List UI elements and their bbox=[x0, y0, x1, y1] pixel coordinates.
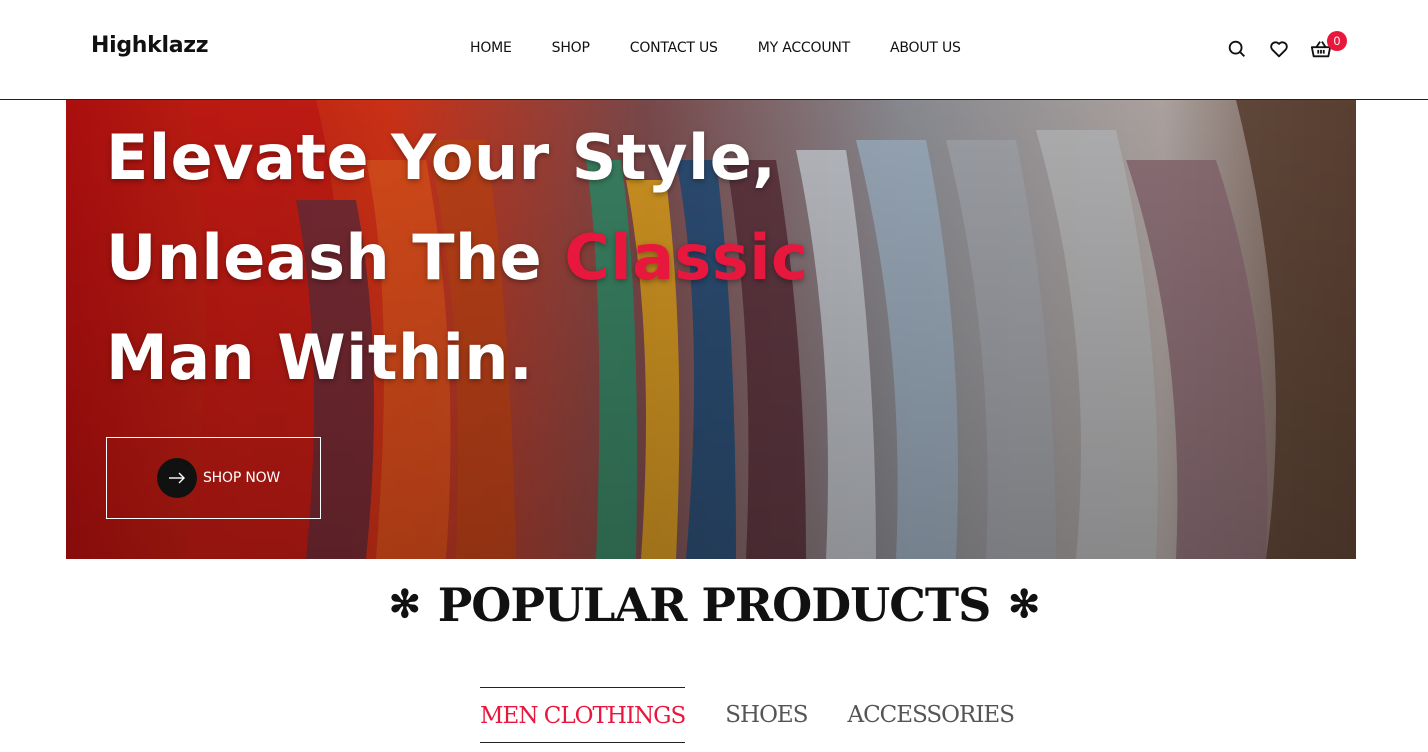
hero-line-2-accent: Classic bbox=[564, 221, 809, 294]
hero-headline: Elevate Your Style, Unleash The Classic … bbox=[106, 108, 808, 408]
arrow-right-icon bbox=[157, 458, 197, 498]
nav-home[interactable]: HOME bbox=[470, 40, 512, 56]
site-header: Highklazz HOME SHOP CONTACT US MY ACCOUN… bbox=[0, 0, 1428, 100]
popular-products-heading: POPULAR PRODUCTS bbox=[437, 578, 992, 632]
hero-line-3: Man Within. bbox=[106, 321, 534, 394]
nav-my-account[interactable]: MY ACCOUNT bbox=[758, 40, 850, 56]
shop-now-label: SHOP NOW bbox=[203, 470, 281, 486]
cart-count-badge: 0 bbox=[1327, 31, 1347, 51]
tab-shoes[interactable]: SHOES bbox=[725, 687, 808, 743]
main-nav: HOME SHOP CONTACT US MY ACCOUNT ABOUT US bbox=[470, 40, 1001, 56]
hero-line-2-prefix: Unleash The bbox=[106, 221, 565, 294]
nav-about-us[interactable]: ABOUT US bbox=[890, 40, 961, 56]
tab-men-clothings[interactable]: MEN CLOTHINGS bbox=[480, 687, 686, 743]
asterisk-icon-left: ✻ bbox=[388, 581, 421, 626]
hero-line-1: Elevate Your Style, bbox=[106, 121, 777, 194]
product-category-tabs: MEN CLOTHINGS SHOES ACCESSORIES bbox=[480, 687, 1054, 743]
shop-now-button[interactable]: SHOP NOW bbox=[106, 437, 321, 519]
heart-icon[interactable] bbox=[1268, 38, 1290, 60]
site-logo[interactable]: Highklazz bbox=[91, 33, 209, 58]
nav-contact-us[interactable]: CONTACT US bbox=[630, 40, 718, 56]
tab-accessories[interactable]: ACCESSORIES bbox=[847, 687, 1015, 743]
popular-products-title: ✻ POPULAR PRODUCTS ✻ bbox=[0, 578, 1428, 632]
hero-banner: Elevate Your Style, Unleash The Classic … bbox=[66, 100, 1356, 559]
nav-shop[interactable]: SHOP bbox=[552, 40, 590, 56]
search-icon[interactable] bbox=[1226, 38, 1248, 60]
asterisk-icon-right: ✻ bbox=[1008, 581, 1040, 626]
